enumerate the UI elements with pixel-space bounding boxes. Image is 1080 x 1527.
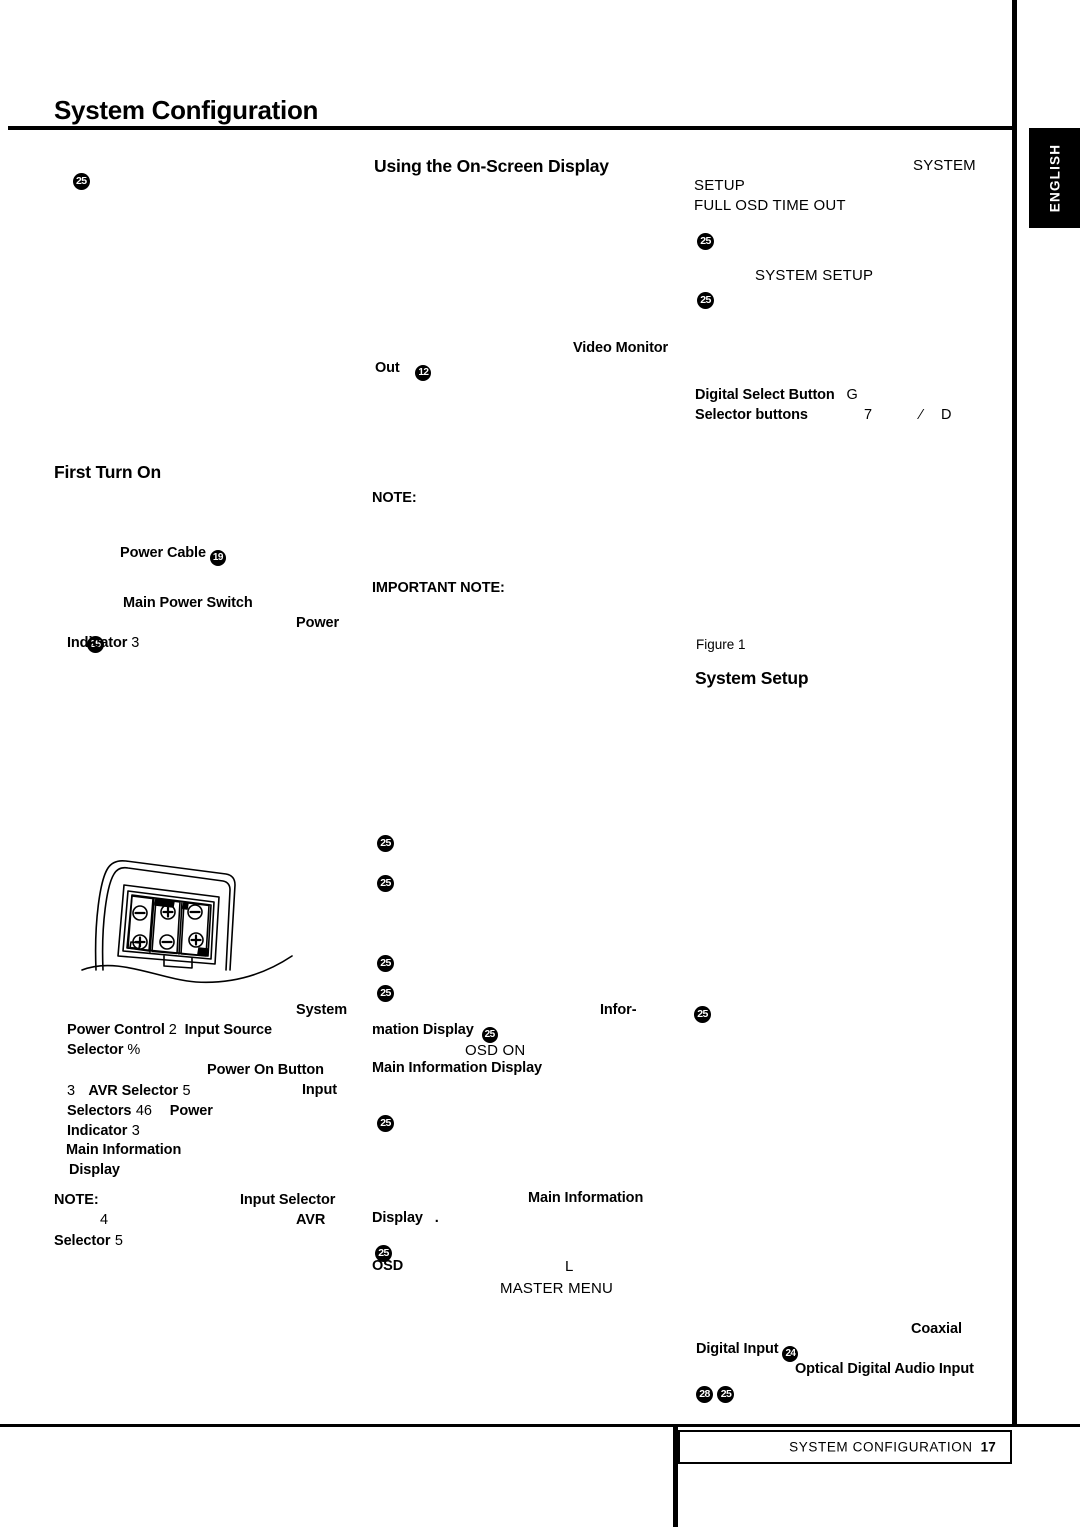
system-setup-osd-text: SYSTEM SETUP — [755, 267, 874, 284]
middle-ref-25-a: 25 — [377, 831, 394, 852]
display-label-2: Display . — [372, 1210, 439, 1226]
right-refs-28-25: 28 25 — [696, 1382, 735, 1403]
middle-important-note-label: IMPORTANT NOTE: — [372, 580, 505, 596]
remote-battery-compartment-figure — [78, 852, 318, 987]
setup-word-osd: SETUP — [694, 177, 746, 194]
letter-l: L — [565, 1258, 574, 1275]
left-num-4: 4 — [100, 1212, 109, 1228]
ref-25-icon: 25 — [717, 1386, 735, 1403]
page-title: System Configuration — [54, 95, 319, 125]
language-tab-label: ENGLISH — [1047, 143, 1062, 213]
ref-25-icon-inline: 25 — [481, 1027, 498, 1043]
selector-key-d: D — [941, 407, 952, 423]
video-monitor-label: Video Monitor — [573, 340, 669, 356]
ref-12-icon: 12 — [415, 365, 432, 381]
avr-word: AVR — [296, 1212, 326, 1228]
avr-selector-line: 3 AVR Selector 5 — [67, 1083, 191, 1099]
selector-label: Selector % — [67, 1042, 141, 1058]
out-label: Out 12 — [375, 361, 432, 381]
coaxial-label: Coaxial — [911, 1321, 962, 1337]
middle-ref-25-b: 25 — [377, 871, 394, 892]
selectors-line: Selectors 46 Power — [67, 1103, 213, 1119]
power-on-button-label: Power On Button — [207, 1062, 324, 1078]
heading-using-osd: Using the On-Screen Display — [374, 156, 609, 176]
right-ref-25-c: 25 — [694, 1002, 711, 1023]
footer-rule — [0, 1424, 1080, 1427]
mation-display-label: mation Display 25 — [372, 1023, 498, 1043]
right-ref-25-a: 25 — [697, 229, 714, 250]
right-ref-25-b: 25 — [697, 288, 714, 309]
digital-select-button-label: Digital Select Button G — [695, 387, 858, 403]
osd-label: OSD — [372, 1258, 404, 1274]
digital-input-label: Digital Input 24 — [696, 1342, 799, 1362]
left-note-label: NOTE: — [54, 1192, 99, 1208]
middle-ref-25-c: 25 — [377, 951, 394, 972]
language-tab-english: ENGLISH — [1029, 128, 1080, 228]
input-word: Input — [302, 1082, 337, 1098]
footer-text: SYSTEM CONFIGURATION 17 — [789, 1440, 996, 1455]
right-margin-rule — [1012, 0, 1017, 1425]
osd-on-text: OSD ON — [465, 1042, 526, 1059]
indicator-line-2: Indicator 3 — [67, 1123, 140, 1139]
figure-caption: Figure 1 — [696, 637, 746, 652]
system-word-osd: SYSTEM — [913, 157, 976, 174]
left-ref-25-top: 25 — [55, 153, 90, 206]
footer-box: SYSTEM CONFIGURATION 17 — [678, 1430, 1012, 1464]
ref-24-icon: 24 — [782, 1346, 799, 1362]
ref-28-icon: 28 — [696, 1386, 713, 1403]
power-word: Power — [296, 615, 340, 631]
main-information-label-2: Main Information — [528, 1190, 644, 1206]
main-power-switch-label: Main Power Switch — [123, 595, 253, 611]
manual-page: System Configuration ENGLISH 25 First Tu… — [0, 0, 1080, 1527]
main-information-label: Main Information — [66, 1142, 182, 1158]
main-information-display-label: Main Information Display — [372, 1060, 543, 1076]
power-control-label: Power Control 2 Input Source — [67, 1022, 272, 1038]
information-hyphen: Infor- — [600, 1002, 637, 1018]
selector-buttons-label: Selector buttons — [695, 407, 808, 423]
selector-key-7: 7 — [864, 407, 873, 423]
system-word: System — [296, 1002, 347, 1018]
optical-digital-audio-input-label: Optical Digital Audio Input — [795, 1361, 974, 1377]
indicator-label: Indicator 3 — [67, 635, 140, 651]
header-rule — [8, 126, 1012, 130]
middle-ref-25-f: 25 — [377, 1111, 394, 1132]
footer-page-number: 17 — [980, 1439, 996, 1455]
display-label: Display — [69, 1162, 120, 1178]
middle-note-label: NOTE: — [372, 490, 417, 506]
input-selector-label: Input Selector — [240, 1192, 336, 1208]
heading-first-turn-on: First Turn On — [54, 462, 161, 482]
heading-system-setup: System Setup — [695, 668, 809, 688]
middle-ref-25-d: 25 — [377, 981, 394, 1002]
selector-line-2: Selector 5 — [54, 1233, 123, 1249]
ref-19-icon: 19 — [209, 550, 226, 566]
power-cable-label: Power Cable 19 — [120, 546, 226, 566]
footer-section-name: SYSTEM CONFIGURATION — [789, 1439, 973, 1455]
selector-slash: ⁄ — [920, 407, 923, 423]
full-osd-time-out-text: FULL OSD TIME OUT — [694, 197, 846, 214]
master-menu-text: MASTER MENU — [500, 1280, 614, 1297]
